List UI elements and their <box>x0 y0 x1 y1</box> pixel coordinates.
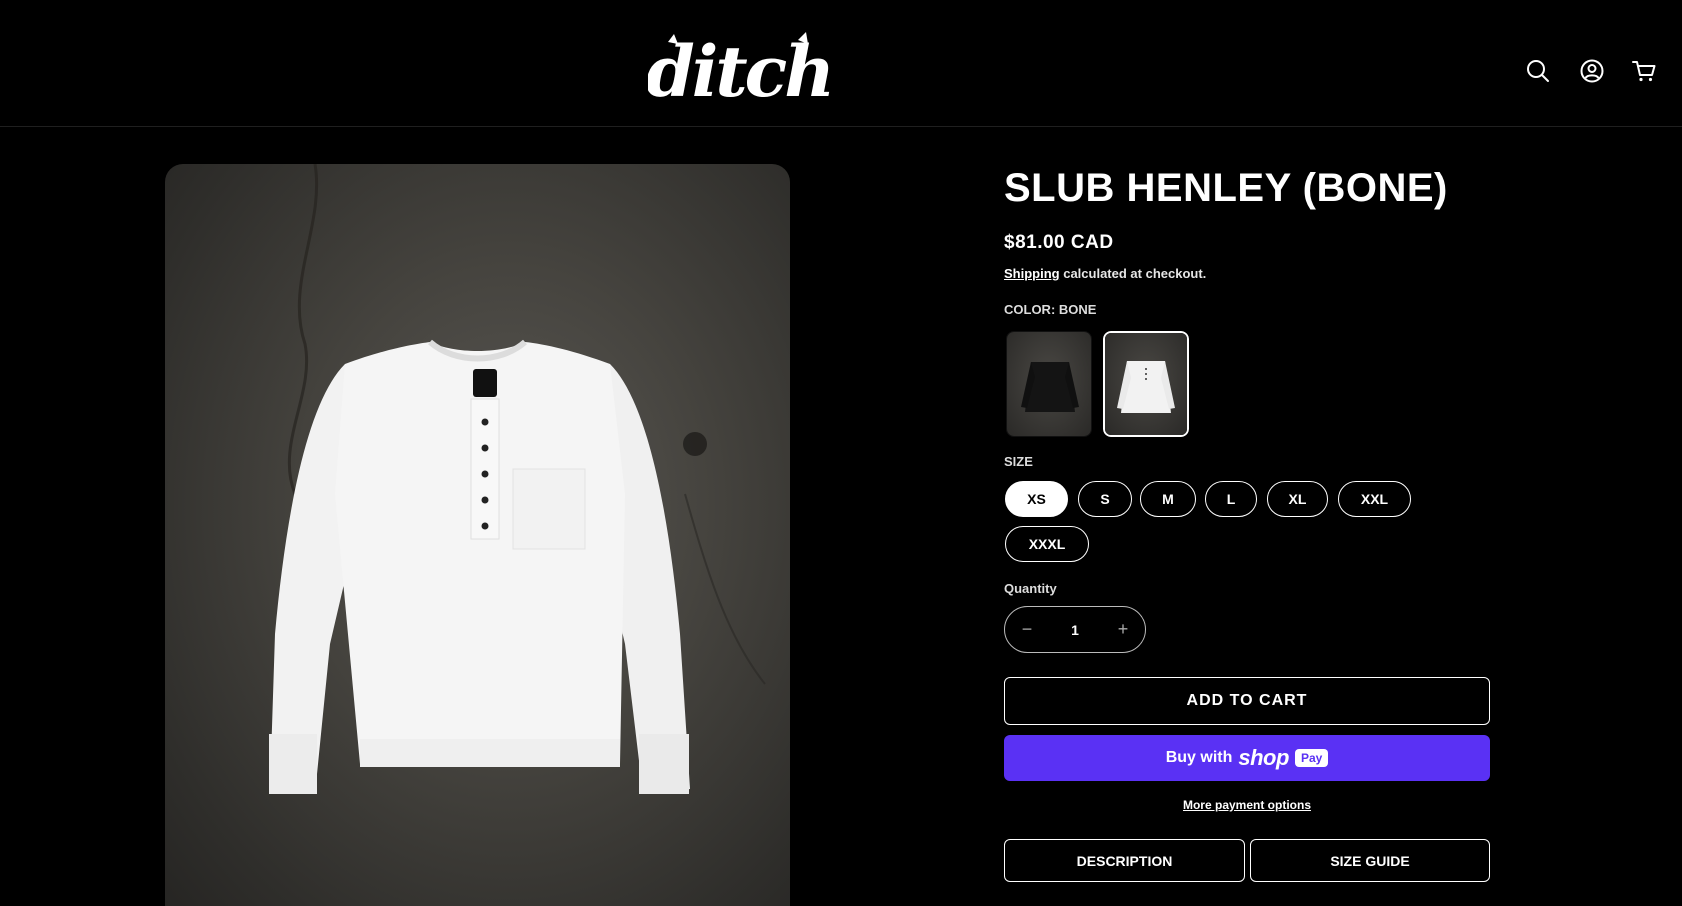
shipping-text: calculated at checkout. <box>1059 266 1207 281</box>
quantity-stepper: − 1 + <box>1004 606 1146 653</box>
size-option-xl[interactable]: XL <box>1267 481 1328 517</box>
svg-text:ditch: ditch <box>648 32 830 110</box>
quantity-decrease-button[interactable]: − <box>1005 607 1049 652</box>
cart-icon[interactable] <box>1631 58 1657 84</box>
quantity-input[interactable]: 1 <box>1049 607 1101 652</box>
henley-shirt-illustration <box>269 164 766 794</box>
color-label: COLOR: BONE <box>1004 302 1097 317</box>
shipping-link[interactable]: Shipping <box>1004 266 1060 281</box>
size-option-l[interactable]: L <box>1205 481 1257 517</box>
color-swatch-bone[interactable] <box>1102 330 1190 438</box>
size-option-xxl[interactable]: XXL <box>1338 481 1411 517</box>
site-header: ditch ditch <box>0 0 1682 127</box>
product-price: $81.00 CAD <box>1004 232 1114 253</box>
color-swatch-black[interactable] <box>1006 331 1092 437</box>
quantity-label: Quantity <box>1004 581 1057 596</box>
quantity-increase-button[interactable]: + <box>1101 607 1145 652</box>
shop-logo: shop <box>1238 745 1289 770</box>
size-option-s[interactable]: S <box>1078 481 1132 517</box>
size-label: SIZE <box>1004 454 1033 469</box>
black-shirt-thumbnail <box>1021 362 1079 412</box>
description-button[interactable]: DESCRIPTION <box>1004 839 1245 882</box>
product-title: SLUB HENLEY (BONE) <box>1004 166 1448 210</box>
size-option-xs[interactable]: XS <box>1005 481 1068 517</box>
size-option-xxxl[interactable]: XXXL <box>1005 526 1089 562</box>
brand-logo[interactable]: ditch ditch <box>646 30 835 113</box>
search-icon[interactable] <box>1525 58 1551 84</box>
pay-badge: Pay <box>1294 749 1329 767</box>
size-guide-button[interactable]: SIZE GUIDE <box>1250 839 1490 882</box>
more-payment-options-link[interactable]: More payment options <box>1004 798 1490 812</box>
bone-shirt-thumbnail <box>1117 361 1175 413</box>
add-to-cart-button[interactable]: ADD TO CART <box>1004 677 1490 725</box>
shop-pay-button[interactable]: Buy with shop Pay <box>1004 735 1490 781</box>
account-icon[interactable] <box>1579 58 1605 84</box>
product-main-image[interactable] <box>165 164 790 906</box>
buy-with-text: Buy with <box>1165 749 1233 766</box>
shipping-note: Shipping calculated at checkout. <box>1004 266 1206 281</box>
size-option-m[interactable]: M <box>1140 481 1196 517</box>
logo-graphic: ditch <box>646 30 835 113</box>
